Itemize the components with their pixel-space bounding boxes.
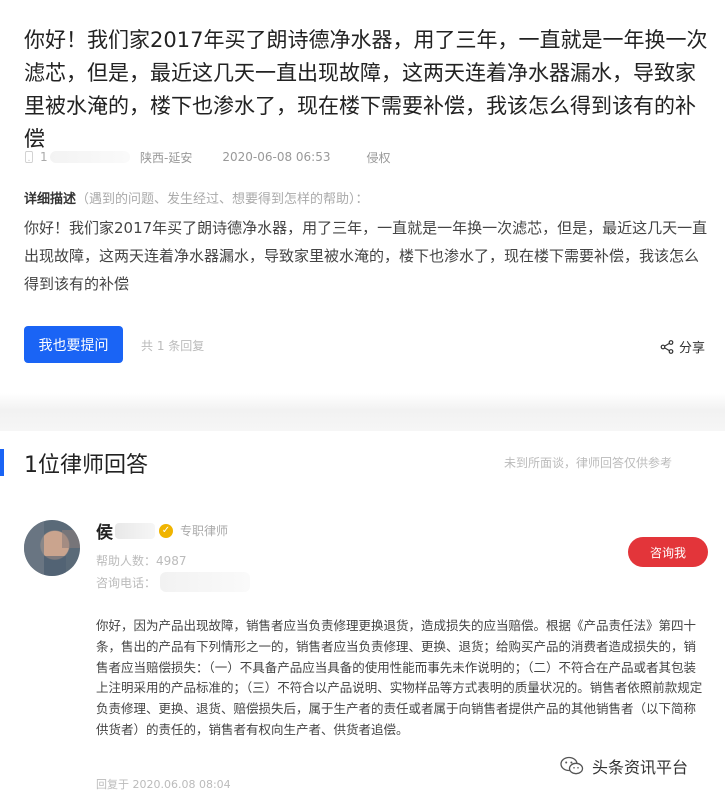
question-card: 你好！我们家2017年买了朗诗德净水器，用了三年，一直就是一年换一次滤芯，但是，… bbox=[0, 0, 725, 393]
phone-blur bbox=[50, 151, 130, 163]
detail-label-title: 详细描述 bbox=[24, 192, 77, 207]
question-body: 你好！我们家2017年买了朗诗德净水器，用了三年，一直就是一年换一次滤芯，但是，… bbox=[24, 219, 708, 293]
share-label: 分享 bbox=[679, 341, 706, 356]
heading-accent-bar bbox=[0, 449, 4, 476]
ask-question-button[interactable]: 我也要提问 bbox=[24, 326, 123, 363]
section-divider bbox=[0, 393, 725, 431]
consult-phone-blur bbox=[160, 572, 251, 592]
question-time: 2020-06-08 06:53 bbox=[222, 150, 331, 164]
question-meta: 1 陕西-延安 2020-06-08 06:53 侵权 bbox=[24, 148, 391, 166]
answer-text: 你好，因为产品出现故障，销售者应当负责修理更换退货，造成损失的应当赔偿。根据《产… bbox=[96, 618, 703, 737]
consult-phone: 咨询电话： bbox=[96, 572, 251, 592]
detail-label-hint: （遇到的问题、发生经过、想要得到怎样的帮助）： bbox=[76, 192, 369, 207]
question-location: 陕西-延安 bbox=[140, 150, 193, 165]
verified-badge-icon: ✓ bbox=[159, 523, 173, 538]
helped-count: 帮助人数：4987 bbox=[96, 552, 187, 569]
reply-count: 共 1 条回复 bbox=[141, 339, 205, 353]
reply-time: 回复于 2020.06.08 08:04 bbox=[96, 778, 231, 791]
lawyer-avatar[interactable] bbox=[24, 520, 80, 576]
helped-number: 4987 bbox=[156, 554, 187, 568]
consult-phone-label: 咨询电话： bbox=[96, 575, 157, 590]
phone-icon bbox=[25, 151, 33, 163]
wechat-icon bbox=[560, 756, 584, 775]
watermark-text: 头条资讯平台 bbox=[592, 758, 689, 777]
lawyer-name[interactable]: 侯 ✓ 专职律师 bbox=[96, 518, 228, 543]
question-title: 你好！我们家2017年买了朗诗德净水器，用了三年，一直就是一年换一次滤芯，但是，… bbox=[24, 28, 708, 151]
lawyer-name-blur bbox=[115, 522, 155, 539]
answers-section: 1位律师回答 未到所面谈，律师回答仅供参考 侯 ✓ 专职律师 帮助人数：4987… bbox=[0, 431, 725, 796]
helped-label: 帮助人数： bbox=[96, 554, 157, 568]
phone-prefix: 1 bbox=[40, 150, 48, 164]
lawyer-name-text: 侯 bbox=[96, 523, 113, 543]
watermark: 头条资讯平台 bbox=[560, 754, 688, 778]
question-category[interactable]: 侵权 bbox=[366, 149, 390, 166]
detail-label: 详细描述（遇到的问题、发生经过、想要得到怎样的帮助）： bbox=[24, 188, 369, 207]
answers-disclaimer: 未到所面谈，律师回答仅供参考 bbox=[504, 456, 673, 470]
lawyer-role: 专职律师 bbox=[180, 524, 229, 538]
share-icon bbox=[660, 339, 674, 354]
consult-button[interactable]: 咨询我 bbox=[628, 537, 708, 567]
share-button[interactable]: 分享 bbox=[660, 337, 705, 356]
answers-heading: 1位律师回答 bbox=[24, 453, 148, 478]
